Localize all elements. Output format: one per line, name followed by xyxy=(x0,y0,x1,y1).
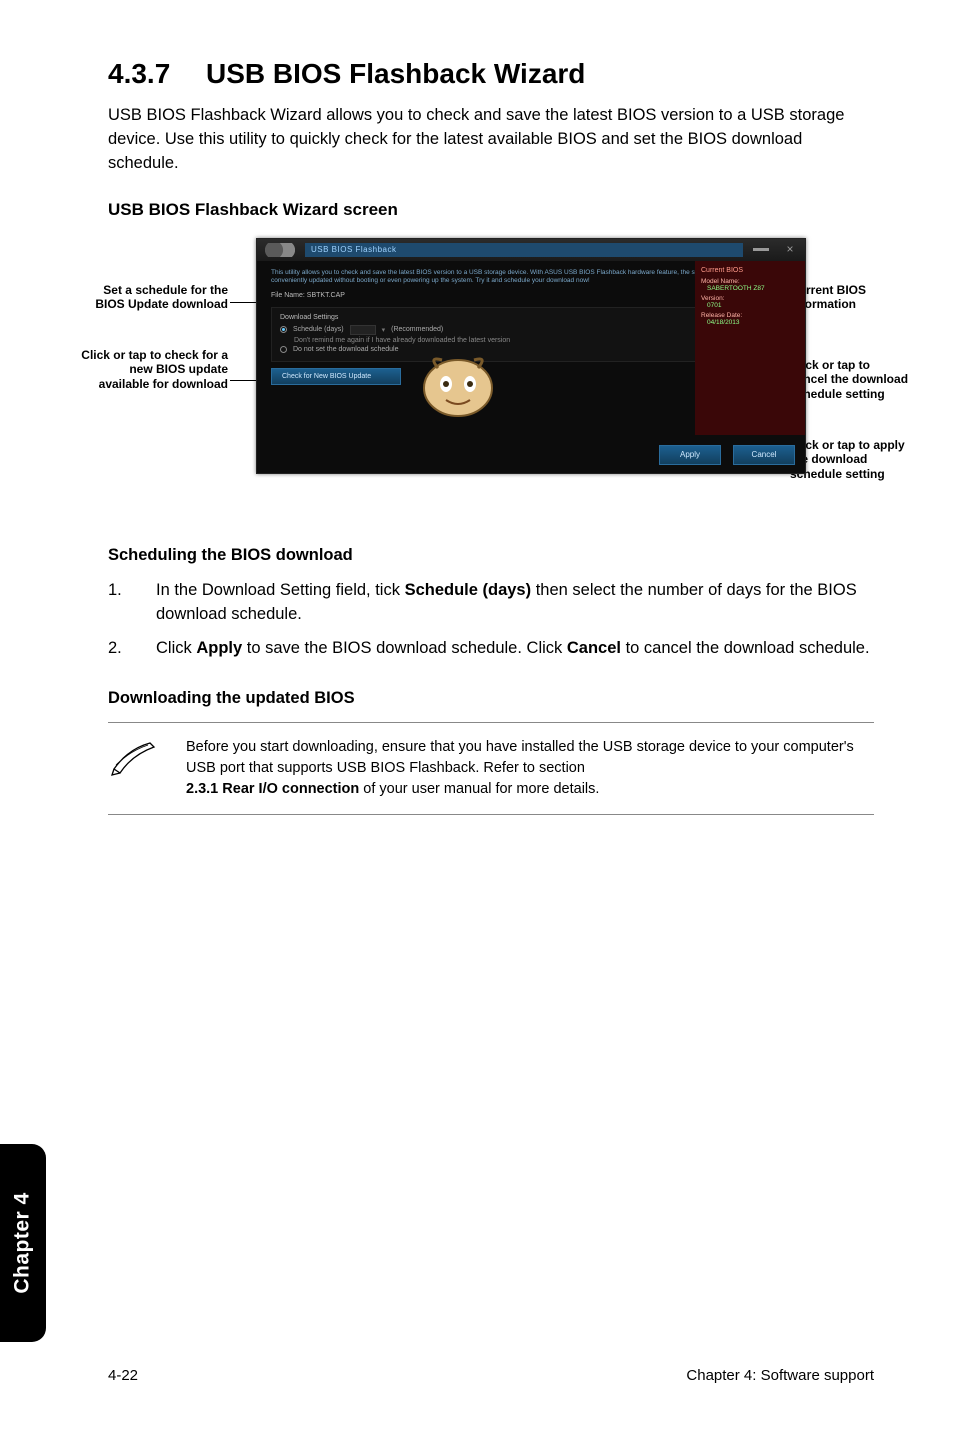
step-number: 1. xyxy=(108,579,156,627)
step-text: to save the BIOS download schedule. Clic… xyxy=(242,639,567,657)
chapter-tab-label: Chapter 4 xyxy=(11,1192,35,1293)
step-bold: Apply xyxy=(196,639,242,657)
close-icon[interactable]: × xyxy=(783,243,797,257)
callout-schedule-download: Set a schedule for the BIOS Update downl… xyxy=(78,283,228,312)
callout-check-update: Click or tap to check for a new BIOS upd… xyxy=(78,348,228,391)
step-text: In the Download Setting field, tick xyxy=(156,581,405,599)
model-value: SABERTOOTH Z87 xyxy=(707,285,799,292)
file-name-label: File Name: xyxy=(271,292,305,299)
step-number: 2. xyxy=(108,637,156,661)
scheduling-heading: Scheduling the BIOS download xyxy=(108,546,874,565)
step-bold: Cancel xyxy=(567,639,621,657)
note-bold: 2.3.1 Rear I/O connection xyxy=(186,781,359,797)
schedule-label: Schedule (days) xyxy=(293,326,344,333)
step-text: Click xyxy=(156,639,196,657)
note-box: Before you start downloading, ensure tha… xyxy=(108,722,874,815)
title-bar: USB BIOS Flashback × xyxy=(257,239,805,261)
screenshot-figure: Set a schedule for the BIOS Update downl… xyxy=(108,238,878,518)
version-label: Version: xyxy=(701,295,799,302)
apply-button[interactable]: Apply xyxy=(659,445,721,465)
screen-heading: USB BIOS Flashback Wizard screen xyxy=(108,200,874,220)
window-title: USB BIOS Flashback xyxy=(305,243,743,257)
chevron-down-icon[interactable]: ▾ xyxy=(382,326,386,334)
page-number: 4-22 xyxy=(108,1367,138,1384)
downloading-heading: Downloading the updated BIOS xyxy=(108,689,874,708)
flashback-window: USB BIOS Flashback × This utility allows… xyxy=(256,238,806,474)
schedule-radio[interactable] xyxy=(280,326,287,333)
callout-cancel: Click or tap to cancel the download sche… xyxy=(790,358,910,401)
schedule-days-select[interactable] xyxy=(350,325,376,335)
donot-label: Do not set the download schedule xyxy=(293,346,398,353)
intro-paragraph: USB BIOS Flashback Wizard allows you to … xyxy=(108,104,874,176)
cancel-button[interactable]: Cancel xyxy=(733,445,795,465)
minimize-icon[interactable] xyxy=(753,248,769,251)
step-1: 1. In the Download Setting field, tick S… xyxy=(108,579,874,627)
footer-title: Chapter 4: Software support xyxy=(686,1367,874,1384)
file-name-value: SBTKT.CAP xyxy=(307,292,345,299)
section-heading: 4.3.7USB BIOS Flashback Wizard xyxy=(108,58,874,90)
chapter-tab: Chapter 4 xyxy=(0,1144,46,1342)
section-title: USB BIOS Flashback Wizard xyxy=(206,58,585,89)
step-text: to cancel the download schedule. xyxy=(621,639,870,657)
date-value: 04/18/2013 xyxy=(707,319,799,326)
step-2: 2. Click Apply to save the BIOS download… xyxy=(108,637,874,661)
recommended-label: (Recommended) xyxy=(391,326,443,333)
note-text: of your user manual for more details. xyxy=(359,781,599,797)
mascot-face-icon xyxy=(418,348,498,418)
note-text: Before you start downloading, ensure tha… xyxy=(186,739,854,776)
check-update-button[interactable]: Check for New BIOS Update xyxy=(271,368,401,385)
callout-apply: Click or tap to apply the download sched… xyxy=(790,438,910,481)
donot-radio[interactable] xyxy=(280,346,287,353)
model-label: Model Name: xyxy=(701,278,799,285)
asus-logo-icon xyxy=(265,243,295,257)
section-number: 4.3.7 xyxy=(108,58,206,90)
current-bios-panel: Current BIOS Model Name: SABERTOOTH Z87 … xyxy=(695,261,805,435)
current-bios-heading: Current BIOS xyxy=(701,267,799,274)
date-label: Release Date: xyxy=(701,312,799,319)
version-value: 0701 xyxy=(707,302,799,309)
callout-current-bios: Current BIOS information xyxy=(790,283,910,312)
step-bold: Schedule (days) xyxy=(405,581,532,599)
note-pencil-icon xyxy=(108,737,158,777)
page-footer: 4-22 Chapter 4: Software support xyxy=(108,1367,874,1384)
